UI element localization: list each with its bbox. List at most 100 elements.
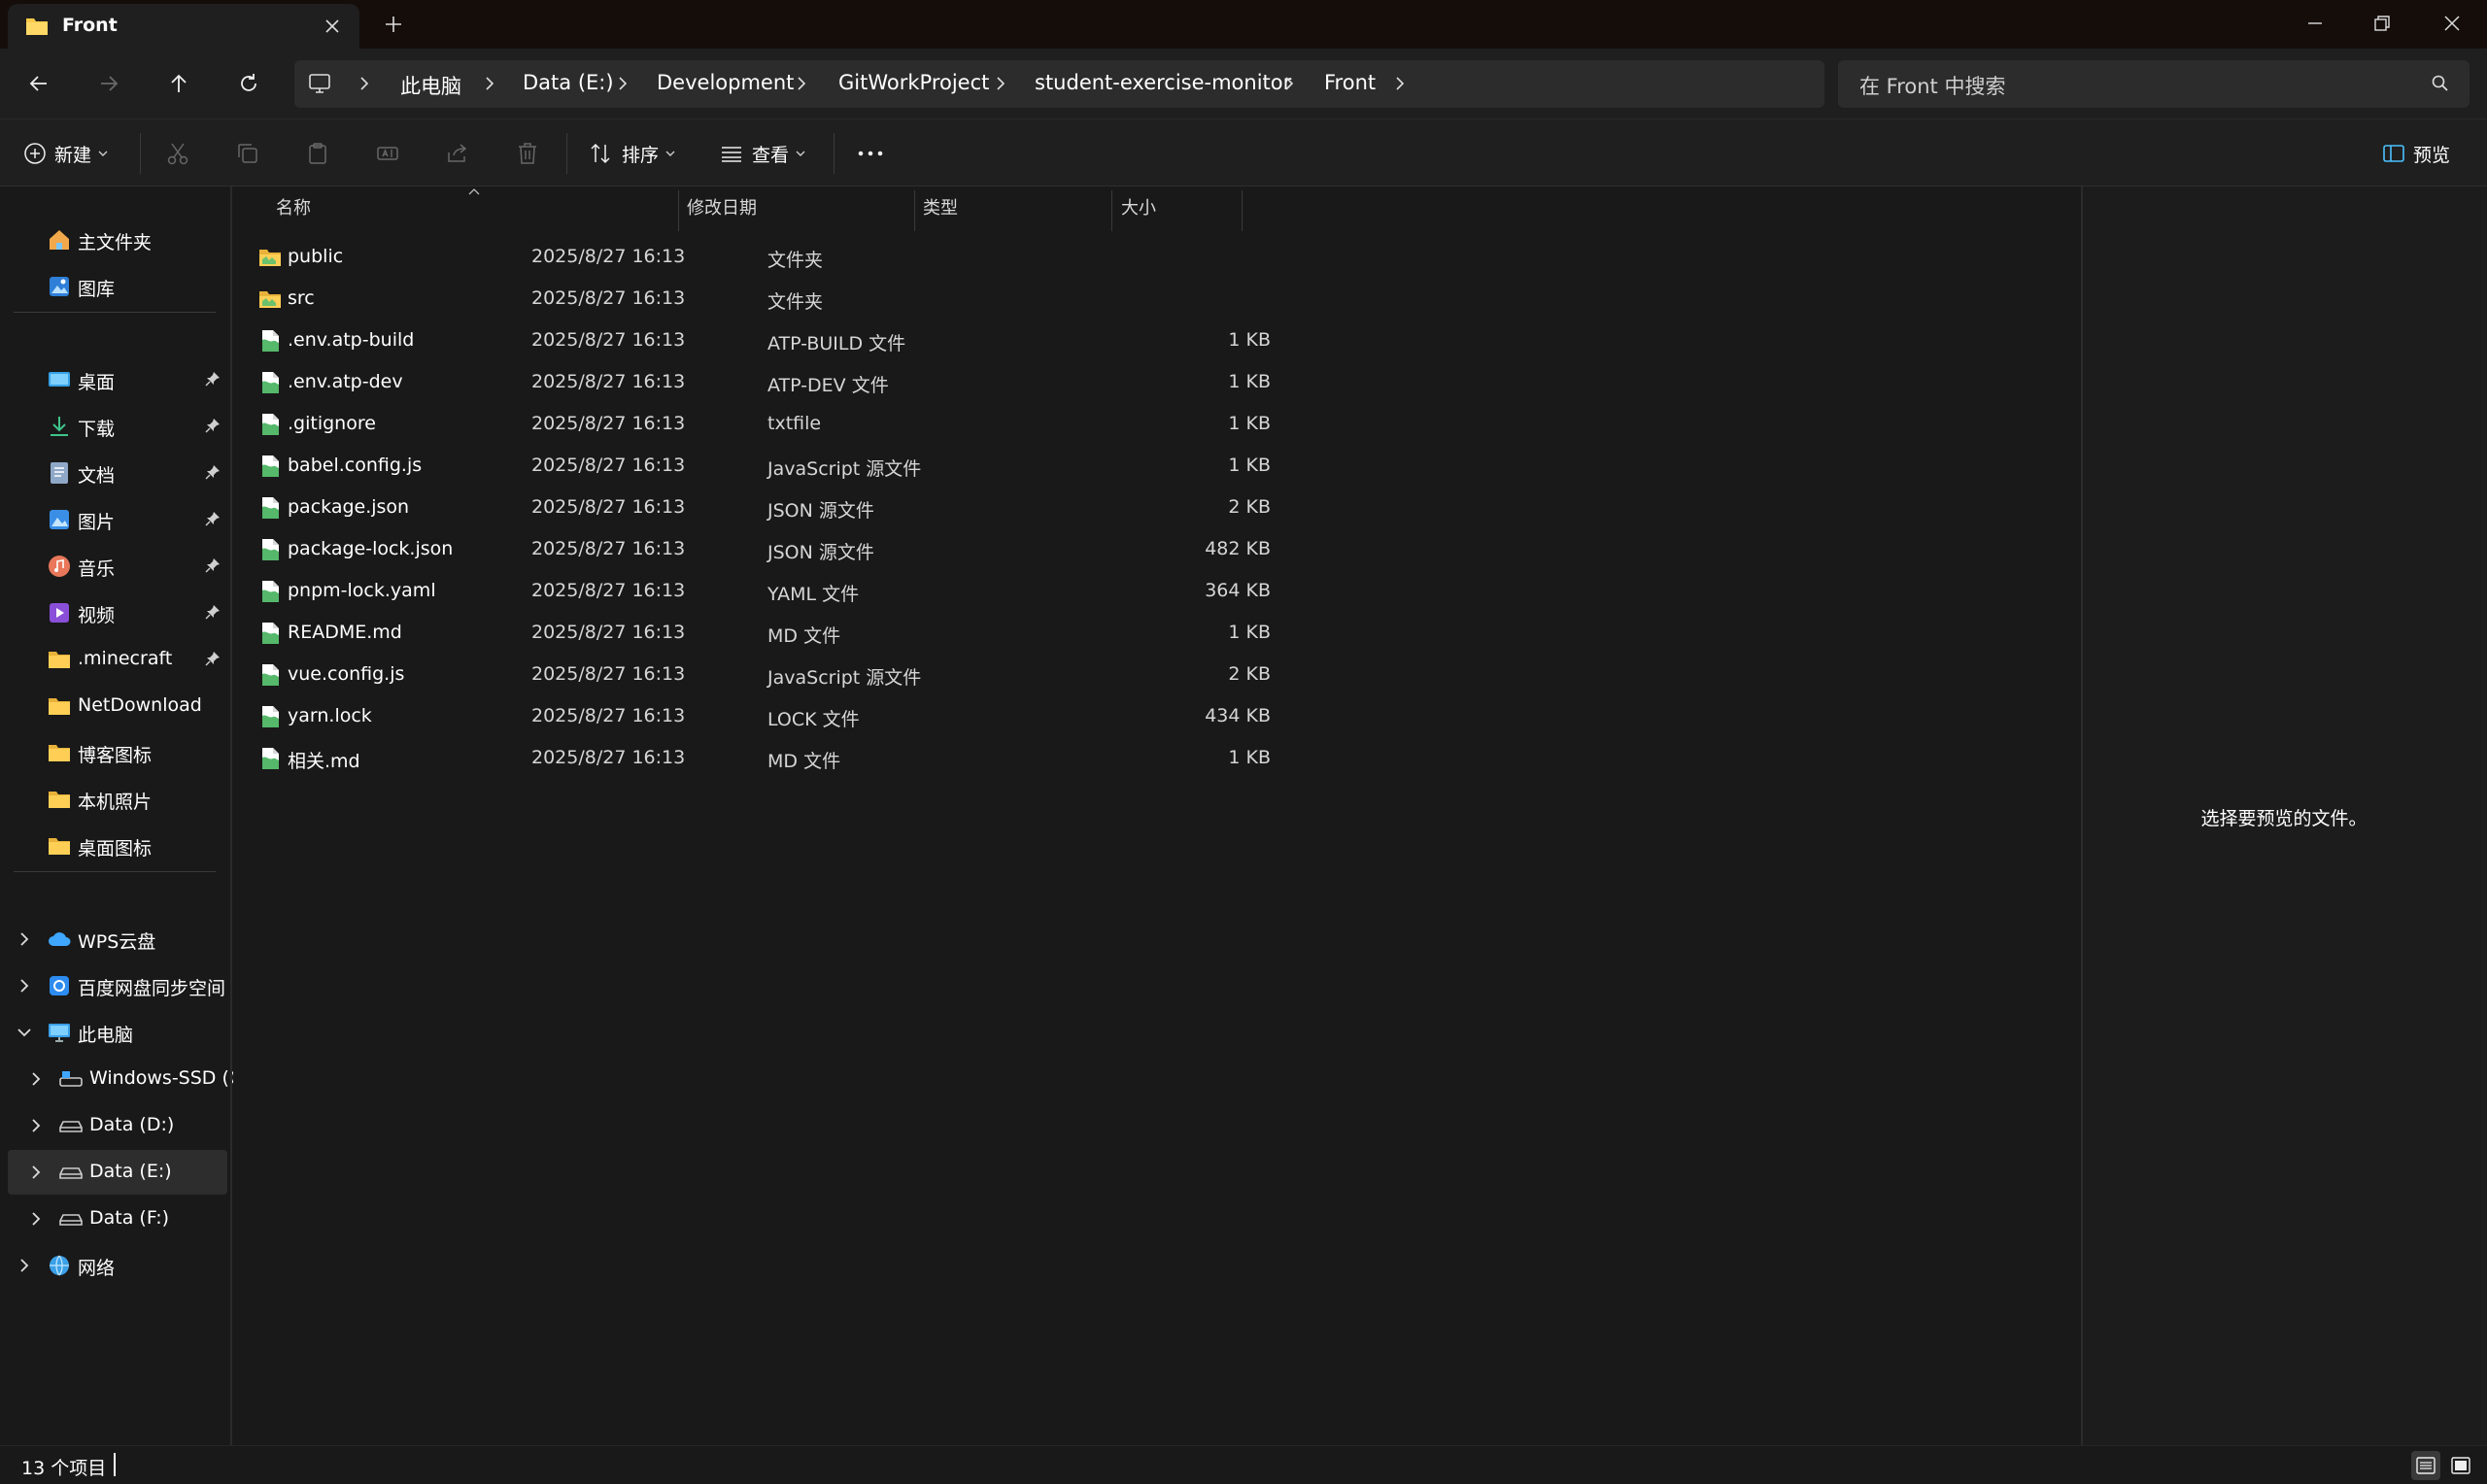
sidebar-item-pictures[interactable]: 图片	[0, 497, 229, 542]
tab-front[interactable]: Front	[8, 4, 359, 49]
column-header-type[interactable]: 类型	[923, 186, 958, 227]
column-header-date[interactable]: 修改日期	[687, 186, 757, 227]
sidebar-item-data-d[interactable]: Data (D:)	[0, 1103, 229, 1148]
sidebar-item-local-photos[interactable]: 本机照片	[0, 777, 229, 822]
chevron-right-icon[interactable]	[27, 1164, 45, 1181]
column-resizer[interactable]	[914, 190, 915, 231]
back-arrow-icon[interactable]	[21, 66, 56, 101]
table-row[interactable]: src 2025/8/27 16:13 文件夹	[251, 279, 1475, 320]
forward-arrow-icon[interactable]	[91, 66, 126, 101]
close-window-icon[interactable]	[2423, 6, 2481, 41]
sidebar-item-documents[interactable]: 文档	[0, 451, 229, 495]
more-options-button[interactable]	[857, 136, 884, 171]
sidebar-item-music[interactable]: 音乐	[0, 544, 229, 589]
chevron-right-icon[interactable]	[1391, 75, 1409, 92]
breadcrumb-this-pc[interactable]: 此电脑	[400, 71, 461, 100]
table-row[interactable]: README.md 2025/8/27 16:13 MD 文件 1 KB	[251, 613, 1475, 654]
chevron-right-icon[interactable]	[16, 977, 33, 995]
delete-button[interactable]	[515, 136, 540, 171]
column-resizer[interactable]	[1111, 190, 1112, 231]
chevron-right-icon[interactable]	[16, 1257, 33, 1274]
table-row[interactable]: babel.config.js 2025/8/27 16:13 JavaScript…	[251, 446, 1475, 487]
copy-button[interactable]	[235, 136, 260, 171]
search-placeholder[interactable]: 在 Front 中搜索	[1859, 71, 2005, 100]
pin-icon[interactable]	[205, 604, 221, 620]
sidebar-item-label: WPS云盘	[78, 931, 156, 953]
sidebar-item-blog-icons[interactable]: 博客图标	[0, 730, 229, 775]
refresh-icon[interactable]	[231, 66, 266, 101]
chevron-right-icon[interactable]	[793, 75, 810, 92]
pin-icon[interactable]	[205, 418, 221, 433]
chevron-right-icon[interactable]	[27, 1117, 45, 1134]
chevron-right-icon[interactable]	[1280, 75, 1298, 92]
sidebar-item-downloads[interactable]: 下载	[0, 404, 229, 449]
breadcrumb-front[interactable]: Front	[1324, 71, 1376, 94]
preview-pane-button[interactable]: 预览	[2382, 136, 2450, 171]
table-row[interactable]: .env.atp-dev 2025/8/27 16:13 ATP-DEV 文件 1 K…	[251, 362, 1475, 403]
table-row[interactable]: vue.config.js 2025/8/27 16:13 JavaScript 源…	[251, 655, 1475, 695]
breadcrumb-student-exercise-monitor[interactable]: student-exercise-monitor	[1035, 71, 1291, 94]
cut-button[interactable]	[165, 136, 190, 171]
view-button[interactable]: 查看	[719, 136, 806, 171]
pin-icon[interactable]	[205, 557, 221, 573]
chevron-down-icon[interactable]	[16, 1024, 33, 1041]
pin-icon[interactable]	[205, 371, 221, 387]
minimize-icon[interactable]	[2286, 6, 2344, 41]
chevron-right-icon[interactable]	[27, 1210, 45, 1228]
sort-button[interactable]: 排序	[589, 136, 676, 171]
restore-icon[interactable]	[2353, 6, 2411, 41]
table-row[interactable]: yarn.lock 2025/8/27 16:13 LOCK 文件 434 KB	[251, 696, 1475, 737]
table-row[interactable]: .gitignore 2025/8/27 16:13 txtfile 1 KB	[251, 404, 1475, 445]
share-button[interactable]	[445, 136, 470, 171]
new-tab-icon[interactable]	[381, 12, 406, 37]
sidebar-item-gallery[interactable]: 图库	[0, 264, 229, 309]
breadcrumb-development[interactable]: Development	[657, 71, 794, 94]
sidebar-item-data-f[interactable]: Data (F:)	[0, 1197, 229, 1241]
sidebar-item-this-pc[interactable]: 此电脑	[0, 1010, 229, 1055]
table-row[interactable]: pnpm-lock.yaml 2025/8/27 16:13 YAML 文件 364 …	[251, 571, 1475, 612]
address-bar[interactable]: 此电脑 Data (E:) Development GitWorkProject…	[294, 60, 1824, 108]
computer-icon	[308, 72, 331, 95]
sidebar-item-netdownload[interactable]: NetDownload	[0, 684, 229, 728]
new-button[interactable]: 新建	[23, 136, 109, 171]
pin-icon[interactable]	[205, 651, 221, 666]
table-row[interactable]: public 2025/8/27 16:13 文件夹	[251, 237, 1475, 278]
table-row[interactable]: package.json 2025/8/27 16:13 JSON 源文件 2 KB	[251, 488, 1475, 528]
sidebar-item-baidu-sync[interactable]: 百度网盘同步空间	[0, 963, 229, 1008]
chevron-right-icon[interactable]	[992, 75, 1009, 92]
up-arrow-icon[interactable]	[161, 66, 196, 101]
close-tab-icon[interactable]	[321, 15, 344, 38]
details-view-icon[interactable]	[2411, 1451, 2440, 1480]
sidebar-item-minecraft[interactable]: .minecraft	[0, 637, 229, 682]
pin-icon[interactable]	[205, 511, 221, 526]
chevron-right-icon[interactable]	[481, 75, 498, 92]
column-resizer[interactable]	[1242, 190, 1243, 231]
column-header-size[interactable]: 大小	[1121, 186, 1156, 227]
sidebar-item-desktop-icons[interactable]: 桌面图标	[0, 824, 229, 868]
chevron-right-icon[interactable]	[356, 75, 373, 92]
chevron-right-icon[interactable]	[614, 75, 631, 92]
table-row[interactable]: .env.atp-build 2025/8/27 16:13 ATP-BUILD 文…	[251, 320, 1475, 361]
pin-icon[interactable]	[205, 464, 221, 480]
breadcrumb-data-e[interactable]: Data (E:)	[523, 71, 614, 94]
sidebar-item-videos[interactable]: 视频	[0, 590, 229, 635]
breadcrumb-gitworkproject[interactable]: GitWorkProject	[838, 71, 989, 94]
search-box[interactable]: 在 Front 中搜索	[1838, 60, 2470, 108]
table-row[interactable]: 相关.md 2025/8/27 16:13 MD 文件 1 KB	[251, 738, 1475, 779]
paste-button[interactable]	[305, 136, 330, 171]
sidebar-item-network[interactable]: 网络	[0, 1243, 229, 1288]
sidebar-item-windows-ssd[interactable]: Windows-SSD (C	[0, 1057, 242, 1101]
sidebar-item-wps-cloud[interactable]: WPS云盘	[0, 917, 229, 961]
column-resizer[interactable]	[678, 190, 679, 231]
pane-splitter[interactable]	[230, 186, 232, 1445]
search-icon[interactable]	[2431, 74, 2450, 93]
column-header-name[interactable]: 名称	[276, 186, 311, 227]
sidebar-item-home[interactable]: 主文件夹	[0, 218, 229, 262]
large-icons-view-icon[interactable]	[2446, 1451, 2475, 1480]
sidebar-item-desktop[interactable]: 桌面	[0, 357, 229, 402]
chevron-right-icon[interactable]	[27, 1070, 45, 1088]
table-row[interactable]: package-lock.json 2025/8/27 16:13 JSON 源文件…	[251, 529, 1475, 570]
sidebar-item-data-e[interactable]: Data (E:)	[8, 1150, 227, 1195]
rename-button[interactable]	[375, 136, 400, 171]
chevron-right-icon[interactable]	[16, 930, 33, 948]
